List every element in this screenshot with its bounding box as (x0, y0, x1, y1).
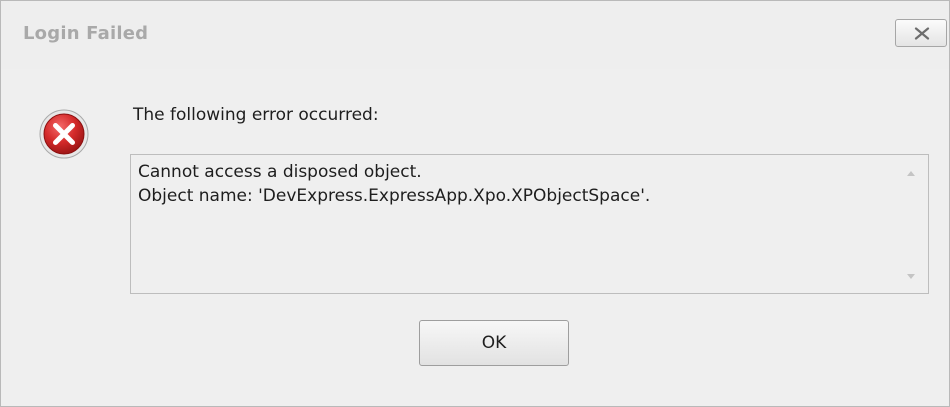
dialog-title: Login Failed (23, 23, 149, 44)
ok-button[interactable]: OK (419, 320, 569, 366)
error-details-box[interactable]: Cannot access a disposed object. Object … (130, 154, 929, 294)
close-button[interactable] (895, 19, 947, 47)
scroll-up-icon[interactable] (906, 169, 916, 177)
details-line: Cannot access a disposed object. (138, 162, 422, 182)
title-bar: Login Failed (1, 1, 949, 69)
scroll-down-icon[interactable] (906, 273, 916, 281)
details-line: Object name: 'DevExpress.ExpressApp.Xpo.… (138, 186, 651, 206)
login-failed-dialog: Login Failed The following error occurre… (0, 0, 950, 407)
error-message: The following error occurred: (133, 105, 379, 125)
error-icon (39, 109, 89, 159)
close-icon (914, 27, 930, 40)
